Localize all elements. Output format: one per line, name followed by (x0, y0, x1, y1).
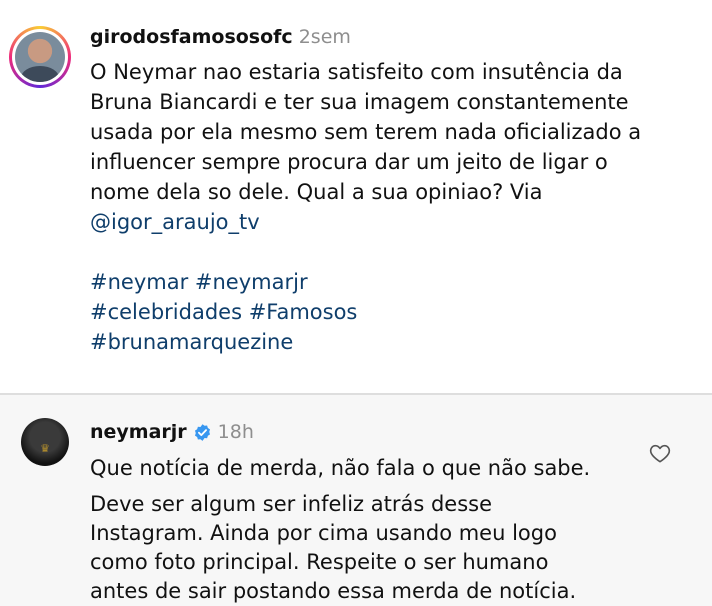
mention-link[interactable]: @igor_araujo_tv (90, 210, 260, 234)
caption-line: usada por ela mesmo sem terem nada ofici… (90, 120, 642, 144)
post-header: girodosfamososofc 2sem (90, 24, 700, 50)
reply-author-avatar[interactable]: ♛ (21, 418, 69, 466)
crown-logo-icon: ♛ (40, 442, 50, 455)
reply-line: Que notícia de merda, não fala o que não… (90, 456, 591, 480)
hashtag-list: #neymar #neymarjr #celebridades #Famosos… (90, 267, 700, 357)
caption-line: influencer sempre procura dar um jeito d… (90, 150, 608, 174)
reply-line: antes de sair postando essa merda de not… (90, 579, 577, 603)
post-body: girodosfamososofc 2sem O Neymar nao estar… (90, 24, 700, 357)
heart-outline-icon[interactable] (649, 443, 671, 463)
hashtag-link[interactable]: #neymar (90, 270, 188, 294)
reply-line: Instagram. Ainda por cima usando meu log… (90, 521, 557, 545)
avatar-inner-ring (12, 29, 68, 85)
reply-text: Que notícia de merda, não fala o que não… (90, 454, 650, 606)
reply-paragraph: Deve ser algum ser infeliz atrás desse I… (90, 490, 650, 606)
post-caption: O Neymar nao estaria satisfeito com insu… (90, 57, 700, 237)
reply-body: neymarjr 18h Que notícia de merda, não f… (90, 419, 650, 606)
reply-line: Deve ser algum ser infeliz atrás desse (90, 492, 493, 516)
caption-line: O Neymar nao estaria satisfeito com insu… (90, 60, 623, 84)
caption-line: Bruna Biancardi e ter sua imagem constan… (90, 90, 629, 114)
post-author-avatar[interactable] (9, 26, 71, 88)
reply-username[interactable]: neymarjr (90, 419, 187, 445)
reply-line: como foto principal. Respeite o ser huma… (90, 550, 549, 574)
reply-header: neymarjr 18h (90, 419, 650, 445)
verified-badge-icon (194, 423, 210, 441)
original-post: girodosfamososofc 2sem O Neymar nao estar… (0, 0, 712, 393)
hashtag-link[interactable]: #neymarjr (195, 270, 308, 294)
hashtag-link[interactable]: #Famosos (249, 300, 358, 324)
avatar-shirt (21, 66, 59, 82)
caption-line: nome dela so dele. Qual a sua opiniao? V… (90, 180, 543, 204)
hashtag-link[interactable]: #brunamarquezine (90, 330, 293, 354)
avatar-photo (15, 32, 65, 82)
comment-reply: ♛ neymarjr 18h Que notícia de merda, não… (0, 395, 712, 603)
post-username[interactable]: girodosfamososofc (90, 26, 293, 48)
hashtag-link[interactable]: #celebridades (90, 300, 242, 324)
post-timestamp[interactable]: 2sem (299, 26, 351, 48)
reply-timestamp[interactable]: 18h (218, 419, 254, 445)
